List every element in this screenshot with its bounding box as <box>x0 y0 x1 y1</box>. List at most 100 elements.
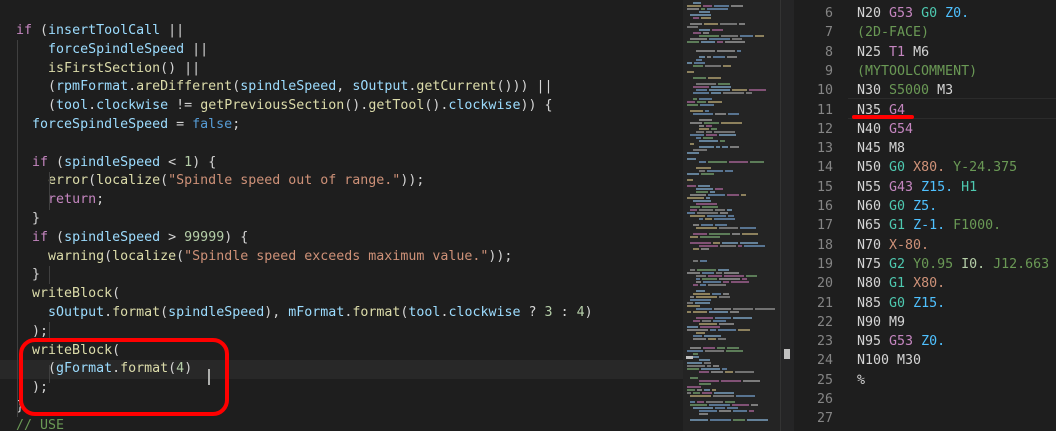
minimap-line <box>729 161 748 163</box>
gcode-token: N55 <box>857 179 890 195</box>
gcode-line[interactable]: 25% <box>794 371 1056 391</box>
minimap-line <box>718 83 730 85</box>
minimap-line <box>736 395 755 397</box>
minimap-line <box>716 146 720 148</box>
code-line[interactable]: warning(localize("Spindle speed exceeds … <box>0 248 683 267</box>
code-line[interactable]: sOutput.format(spindleSpeed), mFormat.fo… <box>0 304 683 323</box>
code-line[interactable]: writeBlock( <box>0 285 683 304</box>
minimap-line <box>702 206 718 208</box>
minimap-line <box>706 134 717 136</box>
minimap-line <box>699 410 717 412</box>
code-token: tool <box>408 304 441 320</box>
minimap-line <box>693 98 697 100</box>
minimap-line <box>699 11 710 13</box>
minimap-line <box>687 389 695 391</box>
minimap-line <box>718 269 729 271</box>
gcode-line[interactable]: 11 N35 G4 <box>794 101 1056 121</box>
minimap-line <box>690 377 698 379</box>
minimap-line <box>721 35 738 37</box>
code-line[interactable]: isFirstSection() || <box>0 60 683 79</box>
minimap-line <box>687 212 695 214</box>
code-token: () || <box>160 60 201 76</box>
gcode-line[interactable]: 17 N65 G1 Z-1. F1000. <box>794 216 1056 236</box>
gcode-line[interactable]: 26 <box>794 390 1056 410</box>
minimap-line <box>722 242 738 244</box>
gcode-line[interactable]: 7 (2D-FACE) <box>794 23 1056 43</box>
gcode-token: X-80. <box>889 237 930 253</box>
minimap-line <box>690 347 701 349</box>
gcode-line[interactable]: 22 N90 M9 <box>794 313 1056 333</box>
gcode-line[interactable]: 19 N75 G2 Y0.95 I0. J12.663 <box>794 255 1056 275</box>
minimap-line <box>706 125 712 127</box>
minimap-line <box>732 89 747 91</box>
minimap-line <box>732 233 740 235</box>
gcode-token: S5000 <box>889 83 938 99</box>
minimap-line <box>703 5 712 7</box>
gcode-line[interactable]: 8 N25 T1 M6 <box>794 43 1056 63</box>
code-token: ; <box>232 116 241 132</box>
gcode-line[interactable]: 12 N40 G54 <box>794 120 1056 140</box>
gcode-line[interactable]: 23 N95 G53 Z0. <box>794 332 1056 352</box>
split-divider[interactable] <box>780 0 795 431</box>
line-number: 23 <box>816 334 833 350</box>
gcode-text: (2D-FACE) <box>857 23 929 43</box>
gcode-line[interactable]: 27 <box>794 409 1056 429</box>
gcode-line[interactable]: 14 N50 G0 X80. Y-24.375 <box>794 158 1056 178</box>
gcode-token: J12.663 <box>993 256 1050 272</box>
gcode-line[interactable]: 18 N70 X-80. <box>794 236 1056 256</box>
code-line[interactable]: if (spindleSpeed > 99999) { <box>0 229 683 248</box>
gcode-line[interactable]: 13 N45 M8 <box>794 139 1056 159</box>
minimap-line <box>712 389 716 391</box>
gcode-line[interactable]: 6 N20 G53 G0 Z0. <box>794 4 1056 24</box>
minimap[interactable] <box>683 0 780 431</box>
minimap-line <box>693 338 706 340</box>
code-line[interactable]: if (spindleSpeed < 1) { <box>0 154 683 173</box>
minimap-line <box>690 14 711 16</box>
code-line[interactable]: } <box>0 210 683 229</box>
gcode-line[interactable]: 16 N60 G0 Z5. <box>794 197 1056 217</box>
code-line[interactable]: (tool.clockwise != getPreviousSection().… <box>0 97 683 116</box>
minimap-line <box>690 38 707 40</box>
code-line[interactable] <box>0 135 683 154</box>
code-token: format <box>112 304 161 320</box>
minimap-line <box>719 134 736 136</box>
gcode-editor-pane[interactable]: 6 N20 G53 G0 Z0. 7 (2D-FACE) 8 N25 T1 M6 9 (MYT… <box>794 0 1056 431</box>
code-line[interactable]: } <box>0 266 683 285</box>
code-token: ) { <box>192 154 217 170</box>
minimap-line <box>705 218 712 220</box>
gcode-token: G0 <box>889 199 914 214</box>
code-line[interactable]: return; <box>0 191 683 210</box>
minimap-line <box>699 56 705 58</box>
code-line[interactable]: (rpmFormat.areDifferent(spindleSpeed, sO… <box>0 78 683 97</box>
gcode-line[interactable]: 21 N85 G0 Z15. <box>794 294 1056 314</box>
code-line[interactable]: error(localize("Spindle speed out of ran… <box>0 172 683 191</box>
gcode-line[interactable]: 15 N55 G43 Z15. H1 <box>794 178 1056 198</box>
code-line[interactable]: // USE <box>0 417 683 431</box>
gcode-line[interactable]: 20 N80 G1 X80. <box>794 274 1056 294</box>
gcode-line[interactable]: 24 N100 M30 <box>794 351 1056 371</box>
minimap-line <box>696 89 707 91</box>
gcode-text: N45 M8 <box>857 139 905 159</box>
code-line[interactable]: if (insertToolCall || <box>0 22 683 41</box>
indent-guide <box>49 172 50 210</box>
gcode-line[interactable]: 10 N30 S5000 M3 <box>794 81 1056 101</box>
code-token: error <box>48 173 89 189</box>
code-token: insertToolCall <box>48 23 161 38</box>
gcode-line[interactable]: 9 (MYTOOLCOMMENT) <box>794 62 1056 82</box>
code-editor-pane[interactable]: if (insertToolCall || forceSpindleSpeed … <box>0 0 683 431</box>
code-line[interactable]: forceSpindleSpeed = false; <box>0 116 683 135</box>
minimap-line <box>701 17 711 19</box>
minimap-line <box>726 350 743 352</box>
minimap-line <box>687 362 702 364</box>
scroll-thumb[interactable] <box>784 349 790 359</box>
gcode-text: N20 G53 G0 Z0. <box>857 4 969 24</box>
code-line[interactable]: forceSpindleSpeed || <box>0 41 683 60</box>
minimap-line <box>702 272 714 274</box>
